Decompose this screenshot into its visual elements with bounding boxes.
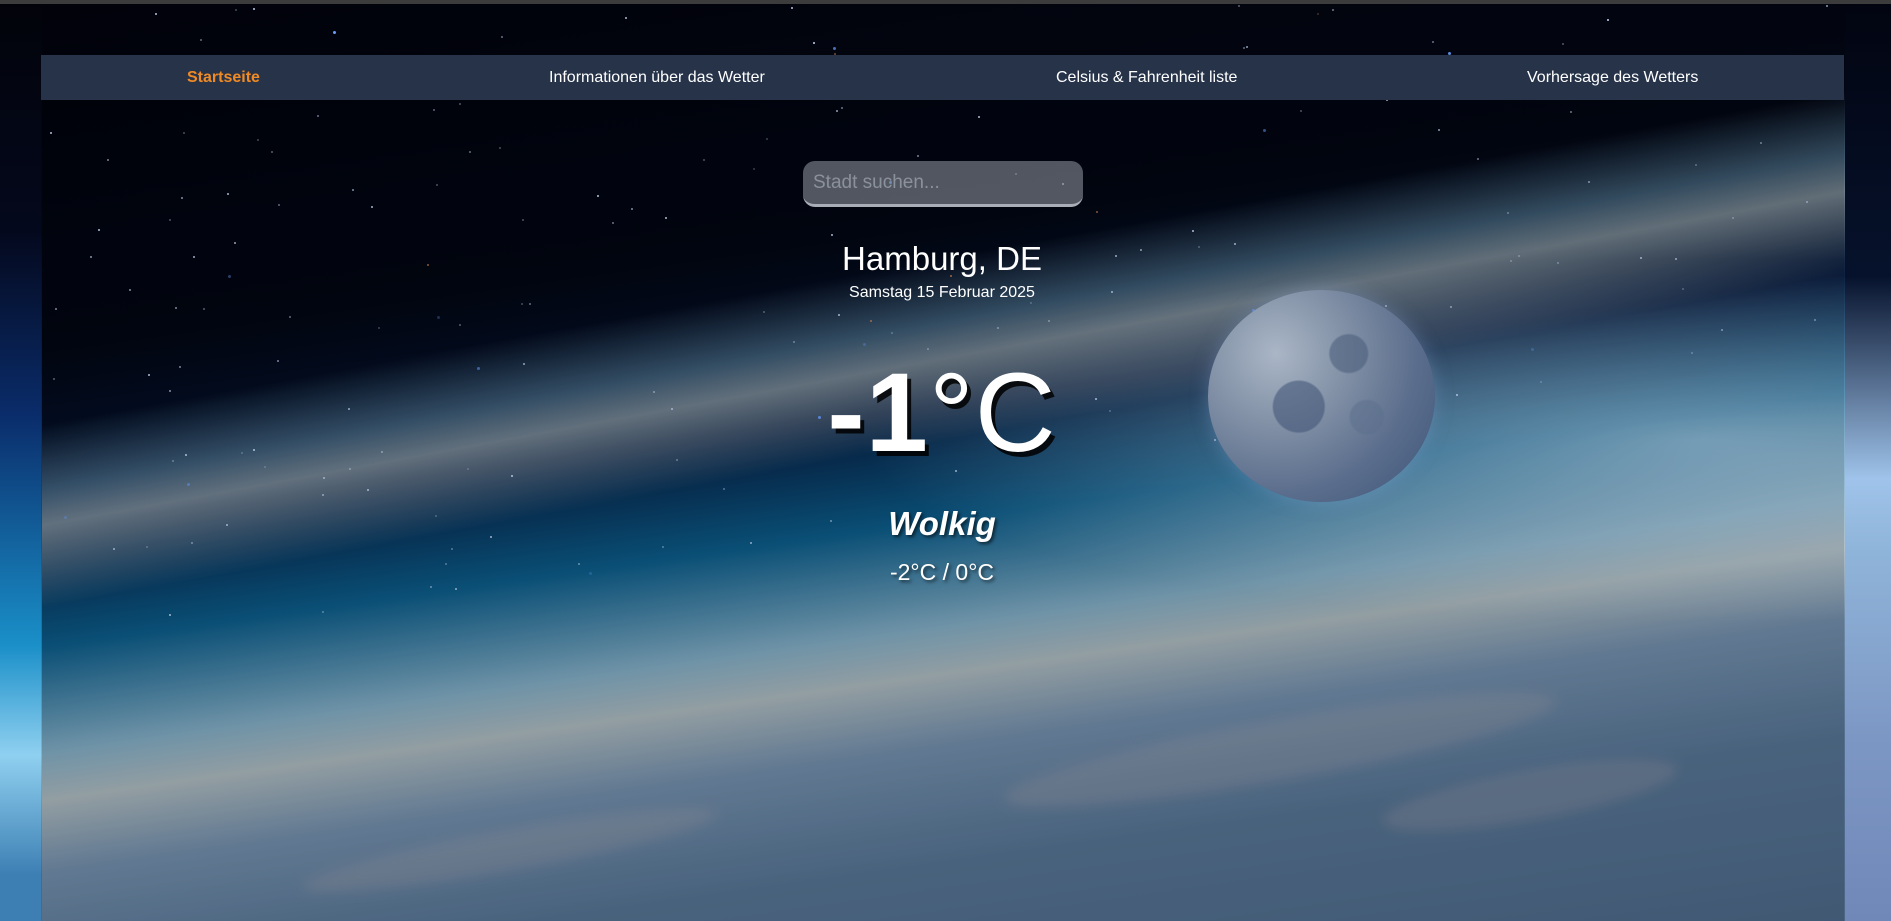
star xyxy=(235,9,238,12)
current-temperature: -1°C xyxy=(742,348,1142,477)
temperature-value: -1 xyxy=(827,350,929,475)
background-left-edge xyxy=(0,0,42,921)
temperature-unit: °C xyxy=(928,350,1057,475)
moon-image xyxy=(1208,290,1435,502)
nav-item-vorhersage[interactable]: Vorhersage des Wetters xyxy=(1527,69,1698,87)
weather-condition: Wolkig xyxy=(888,505,996,542)
star xyxy=(199,39,202,42)
top-navigation: Startseite Informationen über das Wetter… xyxy=(41,55,1844,100)
star xyxy=(1332,9,1335,12)
star xyxy=(500,35,503,38)
star xyxy=(791,7,794,10)
star xyxy=(1245,46,1248,49)
star xyxy=(1431,41,1434,44)
background-right-edge xyxy=(1845,0,1891,921)
star xyxy=(625,17,628,20)
star xyxy=(1243,47,1246,50)
star xyxy=(252,7,255,10)
current-date: Samstag 15 Februar 2025 xyxy=(849,284,1035,301)
star xyxy=(832,46,836,50)
star xyxy=(333,31,337,35)
star xyxy=(1237,4,1240,7)
nav-item-informationen[interactable]: Informationen über das Wetter xyxy=(549,69,765,87)
window-top-border xyxy=(0,0,1891,4)
location-title: Hamburg, DE xyxy=(842,240,1042,277)
nav-item-startseite[interactable]: Startseite xyxy=(187,69,260,87)
star xyxy=(813,41,815,44)
city-search-input[interactable] xyxy=(803,161,1083,207)
star xyxy=(1316,13,1319,16)
star xyxy=(154,13,157,16)
star xyxy=(1606,19,1609,22)
star xyxy=(1826,4,1829,7)
min-max-temperature: -2°C / 0°C xyxy=(889,559,995,585)
nav-item-celsius-fahrenheit[interactable]: Celsius & Fahrenheit liste xyxy=(1056,69,1237,87)
star xyxy=(1561,42,1564,45)
